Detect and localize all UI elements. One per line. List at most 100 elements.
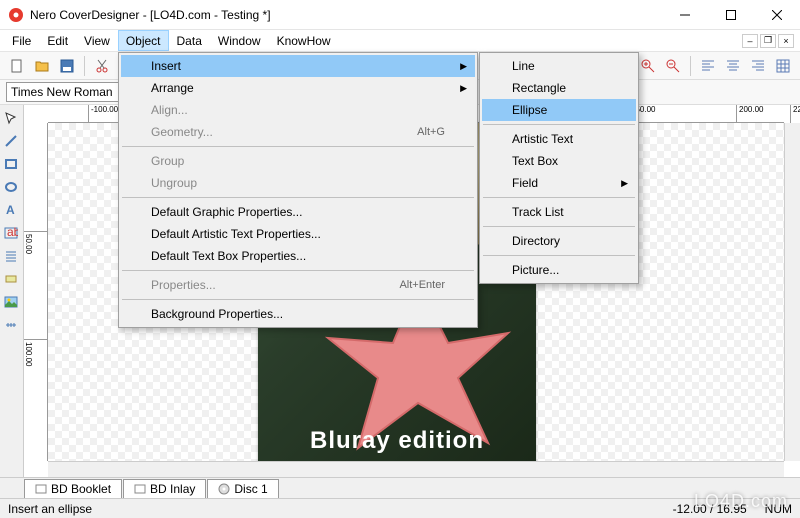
ruler-tick: 50.00: [24, 231, 48, 254]
object-menu-item-default-artistic-text-properties[interactable]: Default Artistic Text Properties...: [121, 223, 475, 245]
toolbar-separator: [84, 56, 85, 76]
maximize-button[interactable]: [708, 0, 754, 30]
pointer-tool[interactable]: [0, 107, 22, 129]
menu-item-label: Default Graphic Properties...: [151, 205, 302, 219]
status-bar: Insert an ellipse -12.00 / 16.95 NUM: [0, 498, 800, 518]
insert-menu-item-track-list[interactable]: Track List: [482, 201, 636, 223]
object-menu-item-align: Align...: [121, 99, 475, 121]
ellipse-tool[interactable]: [0, 176, 22, 198]
close-button[interactable]: [754, 0, 800, 30]
new-button[interactable]: [6, 55, 28, 77]
grid-button[interactable]: [772, 55, 794, 77]
insert-menu-item-picture[interactable]: Picture...: [482, 259, 636, 281]
field-tool[interactable]: [0, 268, 22, 290]
menu-file[interactable]: File: [4, 30, 39, 51]
tab-bd-inlay[interactable]: BD Inlay: [123, 479, 206, 498]
menu-data[interactable]: Data: [169, 30, 210, 51]
app-icon: [8, 7, 24, 23]
insert-menu-item-line[interactable]: Line: [482, 55, 636, 77]
mdi-close-button[interactable]: ×: [778, 34, 794, 48]
menu-object[interactable]: Object: [118, 30, 169, 51]
align-center-button[interactable]: [722, 55, 744, 77]
title-bar: Nero CoverDesigner - [LO4D.com - Testing…: [0, 0, 800, 30]
svg-text:A: A: [6, 203, 15, 217]
cut-button[interactable]: [91, 55, 113, 77]
mdi-restore-button[interactable]: ❐: [760, 34, 776, 48]
zoom-in-button[interactable]: [637, 55, 659, 77]
object-menu-item-insert[interactable]: Insert▶: [121, 55, 475, 77]
image-tool[interactable]: [0, 291, 22, 313]
menu-item-label: Field: [512, 176, 538, 190]
menu-separator: [483, 124, 635, 125]
zoom-out-button[interactable]: [662, 55, 684, 77]
menu-separator: [122, 270, 474, 271]
object-menu-item-group: Group: [121, 150, 475, 172]
ruler-tick: -100.00: [88, 105, 118, 123]
vertical-ruler: 50.00 100.00: [24, 123, 48, 461]
menu-bar: File Edit View Object Data Window KnowHo…: [0, 30, 800, 52]
menu-item-label: Background Properties...: [151, 307, 283, 321]
insert-menu-item-field[interactable]: Field ▶: [482, 172, 636, 194]
window-title: Nero CoverDesigner - [LO4D.com - Testing…: [30, 8, 662, 22]
sheet-tabs: BD Booklet BD Inlay Disc 1: [0, 477, 800, 498]
artistic-text-tool[interactable]: A: [0, 199, 22, 221]
insert-menu-item-text-box[interactable]: Text Box: [482, 150, 636, 172]
align-left-button[interactable]: [697, 55, 719, 77]
measure-tool[interactable]: [0, 314, 22, 336]
object-menu-item-default-graphic-properties[interactable]: Default Graphic Properties...: [121, 201, 475, 223]
insert-menu-item-rectangle[interactable]: Rectangle: [482, 77, 636, 99]
tracklist-tool[interactable]: [0, 245, 22, 267]
align-right-button[interactable]: [747, 55, 769, 77]
menu-view[interactable]: View: [76, 30, 118, 51]
svg-text:ab: ab: [7, 226, 18, 239]
text-box-tool[interactable]: ab: [0, 222, 22, 244]
tab-bd-booklet[interactable]: BD Booklet: [24, 479, 122, 498]
object-menu-item-geometry: Geometry...Alt+G: [121, 121, 475, 143]
insert-menu-item-directory[interactable]: Directory: [482, 230, 636, 252]
rectangle-tool[interactable]: [0, 153, 22, 175]
save-button[interactable]: [56, 55, 78, 77]
tab-disc-1[interactable]: Disc 1: [207, 479, 278, 498]
submenu-arrow-icon: ▶: [460, 83, 467, 94]
menu-item-label: Line: [512, 59, 535, 73]
status-hint: Insert an ellipse: [8, 502, 92, 516]
object-menu-item-arrange[interactable]: Arrange ▶: [121, 77, 475, 99]
menu-separator: [483, 226, 635, 227]
tool-palette: A ab: [0, 105, 24, 477]
horizontal-scrollbar[interactable]: [48, 461, 784, 477]
object-menu-item-background-properties[interactable]: Background Properties...: [121, 303, 475, 325]
disc-icon: [218, 483, 230, 495]
insert-menu-item-ellipse[interactable]: Ellipse: [482, 99, 636, 121]
ruler-tick: 100.00: [24, 339, 48, 366]
mdi-controls: – ❐ ×: [742, 30, 800, 51]
object-dropdown-menu: Insert▶ Arrange ▶ Align...Geometry...Alt+G G…: [118, 52, 478, 328]
menu-item-label: Ellipse: [512, 103, 547, 117]
menu-shortcut: Alt+Enter: [399, 279, 445, 291]
menu-window[interactable]: Window: [210, 30, 269, 51]
menu-item-label: Arrange: [151, 81, 194, 95]
object-menu-item-default-text-box-properties[interactable]: Default Text Box Properties...: [121, 245, 475, 267]
toolbar-separator: [690, 56, 691, 76]
menu-separator: [122, 197, 474, 198]
line-tool[interactable]: [0, 130, 22, 152]
open-button[interactable]: [31, 55, 53, 77]
menu-item-label: Default Text Box Properties...: [151, 249, 306, 263]
minimize-button[interactable]: [662, 0, 708, 30]
tab-label: Disc 1: [234, 482, 267, 496]
submenu-arrow-icon: ▶: [621, 178, 628, 189]
menu-item-label: Insert: [151, 59, 181, 73]
menu-item-label: Artistic Text: [512, 132, 573, 146]
menu-item-label: Ungroup: [151, 176, 197, 190]
menu-item-label: Rectangle: [512, 81, 566, 95]
menu-separator: [122, 299, 474, 300]
menu-separator: [483, 255, 635, 256]
insert-menu-item-artistic-text[interactable]: Artistic Text: [482, 128, 636, 150]
menu-edit[interactable]: Edit: [39, 30, 76, 51]
tab-label: BD Inlay: [150, 482, 195, 496]
mdi-minimize-button[interactable]: –: [742, 34, 758, 48]
cover-title-text[interactable]: Bluray edition: [258, 427, 536, 455]
vertical-scrollbar[interactable]: [784, 123, 800, 461]
ruler-tick: 200.00: [736, 105, 763, 123]
menu-knowhow[interactable]: KnowHow: [269, 30, 339, 51]
object-menu-item-ungroup: Ungroup: [121, 172, 475, 194]
